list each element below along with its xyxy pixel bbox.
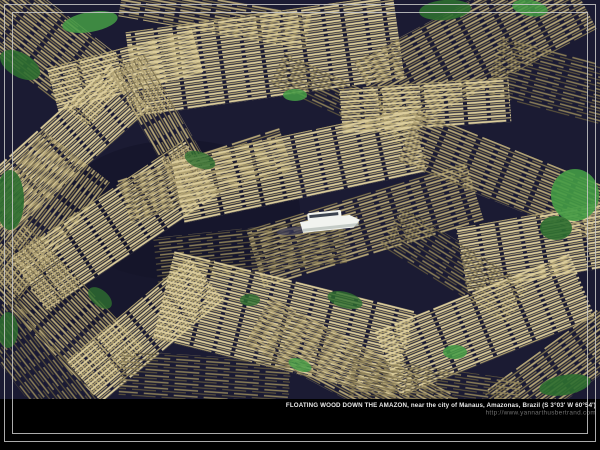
- wallpaper-amazon-floating-wood: FLOATING WOOD DOWN THE AMAZON, near the …: [0, 0, 600, 450]
- vegetation-patch: [443, 345, 467, 359]
- vegetation-patch: [283, 89, 307, 101]
- vegetation-patch: [540, 216, 572, 240]
- vegetation-patch: [240, 294, 260, 306]
- caption-title: FLOATING WOOD DOWN THE AMAZON, near the …: [286, 402, 596, 409]
- caption-url: http://www.yannarthusbertrand.com: [486, 410, 596, 417]
- photo-aerial-log-rafts: FLOATING WOOD DOWN THE AMAZON, near the …: [0, 0, 600, 450]
- vegetation-patch: [551, 169, 599, 221]
